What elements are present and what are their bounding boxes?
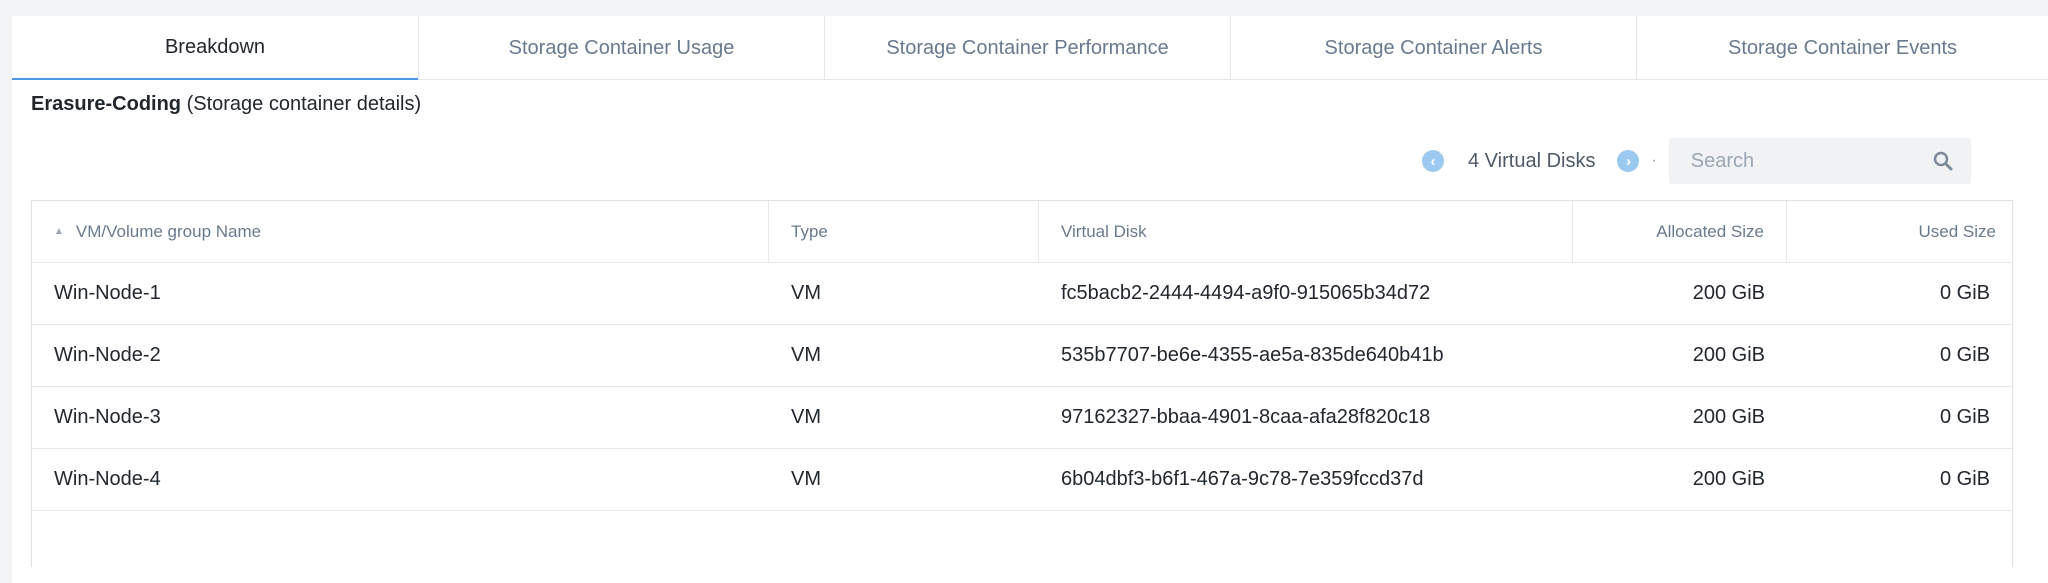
cell-allocated-size: 200 GiB	[1692, 344, 1765, 366]
next-page-icon[interactable]: ›	[1617, 150, 1640, 172]
cell-vm-name: Win-Node-2	[54, 344, 161, 366]
container-detail-label: (Storage container details)	[186, 93, 422, 115]
prev-page-icon[interactable]: ‹	[1422, 150, 1444, 172]
tab-bar: Breakdown Storage Container Usage Storag…	[12, 16, 2048, 80]
tab-breakdown[interactable]: Breakdown	[12, 16, 418, 80]
table-header-row: ▲ VM/Volume group Name Type Virtual Disk…	[32, 200, 2012, 263]
sort-ascending-icon: ▲	[54, 226, 64, 237]
cell-used-size: 0 GiB	[1939, 406, 1990, 428]
cell-allocated-size: 200 GiB	[1692, 468, 1765, 490]
search-icon[interactable]	[1933, 151, 1953, 171]
column-header-used-size[interactable]: Used Size	[1787, 201, 2012, 263]
cell-type: VM	[791, 406, 821, 428]
table-row[interactable]: Win-Node-3 VM 97162327-bbaa-4901-8caa-af…	[32, 387, 2012, 449]
virtual-disks-table: ▲ VM/Volume group Name Type Virtual Disk…	[31, 200, 2013, 567]
tab-storage-container-performance[interactable]: Storage Container Performance	[824, 16, 1230, 80]
column-header-type[interactable]: Type	[769, 200, 1039, 263]
cell-used-size: 0 GiB	[1939, 468, 1990, 490]
cell-used-size: 0 GiB	[1939, 282, 1990, 304]
tab-storage-container-usage[interactable]: Storage Container Usage	[418, 16, 824, 80]
cell-virtual-disk: 6b04dbf3-b6f1-467a-9c78-7e359fccd37d	[1061, 468, 1424, 490]
table-row[interactable]: Win-Node-4 VM 6b04dbf3-b6f1-467a-9c78-7e…	[32, 449, 2012, 511]
search-input[interactable]	[1690, 149, 1933, 173]
cell-virtual-disk: 97162327-bbaa-4901-8caa-afa28f820c18	[1061, 406, 1431, 428]
cell-allocated-size: 200 GiB	[1692, 282, 1765, 304]
virtual-disk-count: 4 Virtual Disks	[1468, 149, 1596, 172]
column-header-vm-name[interactable]: ▲ VM/Volume group Name	[32, 200, 769, 263]
cell-virtual-disk: 535b7707-be6e-4355-ae5a-835de640b41b	[1061, 344, 1444, 366]
tab-storage-container-alerts[interactable]: Storage Container Alerts	[1230, 16, 1636, 80]
table-row[interactable]: Win-Node-1 VM fc5bacb2-2444-4494-a9f0-91…	[32, 263, 2012, 325]
toolbar-separator: ·	[1651, 152, 1657, 169]
column-header-virtual-disk[interactable]: Virtual Disk	[1039, 200, 1573, 263]
table-toolbar: ‹ 4 Virtual Disks › ·	[1422, 138, 1971, 184]
cell-vm-name: Win-Node-3	[54, 406, 161, 428]
cell-type: VM	[791, 468, 821, 490]
column-header-label: VM/Volume group Name	[75, 221, 262, 241]
tab-storage-container-events[interactable]: Storage Container Events	[1636, 16, 2048, 80]
cell-vm-name: Win-Node-4	[54, 468, 161, 490]
cell-type: VM	[791, 344, 821, 366]
section-heading: Erasure-Coding (Storage container detail…	[31, 93, 421, 116]
search-box[interactable]	[1668, 138, 1971, 184]
table-row[interactable]: Win-Node-2 VM 535b7707-be6e-4355-ae5a-83…	[32, 325, 2012, 387]
column-header-allocated-size[interactable]: Allocated Size	[1573, 200, 1787, 263]
cell-type: VM	[791, 282, 821, 304]
cell-virtual-disk: fc5bacb2-2444-4494-a9f0-915065b34d72	[1061, 282, 1431, 304]
cell-allocated-size: 200 GiB	[1692, 406, 1765, 428]
cell-used-size: 0 GiB	[1939, 344, 1990, 366]
cell-vm-name: Win-Node-1	[54, 282, 161, 304]
container-name: Erasure-Coding	[31, 93, 182, 115]
